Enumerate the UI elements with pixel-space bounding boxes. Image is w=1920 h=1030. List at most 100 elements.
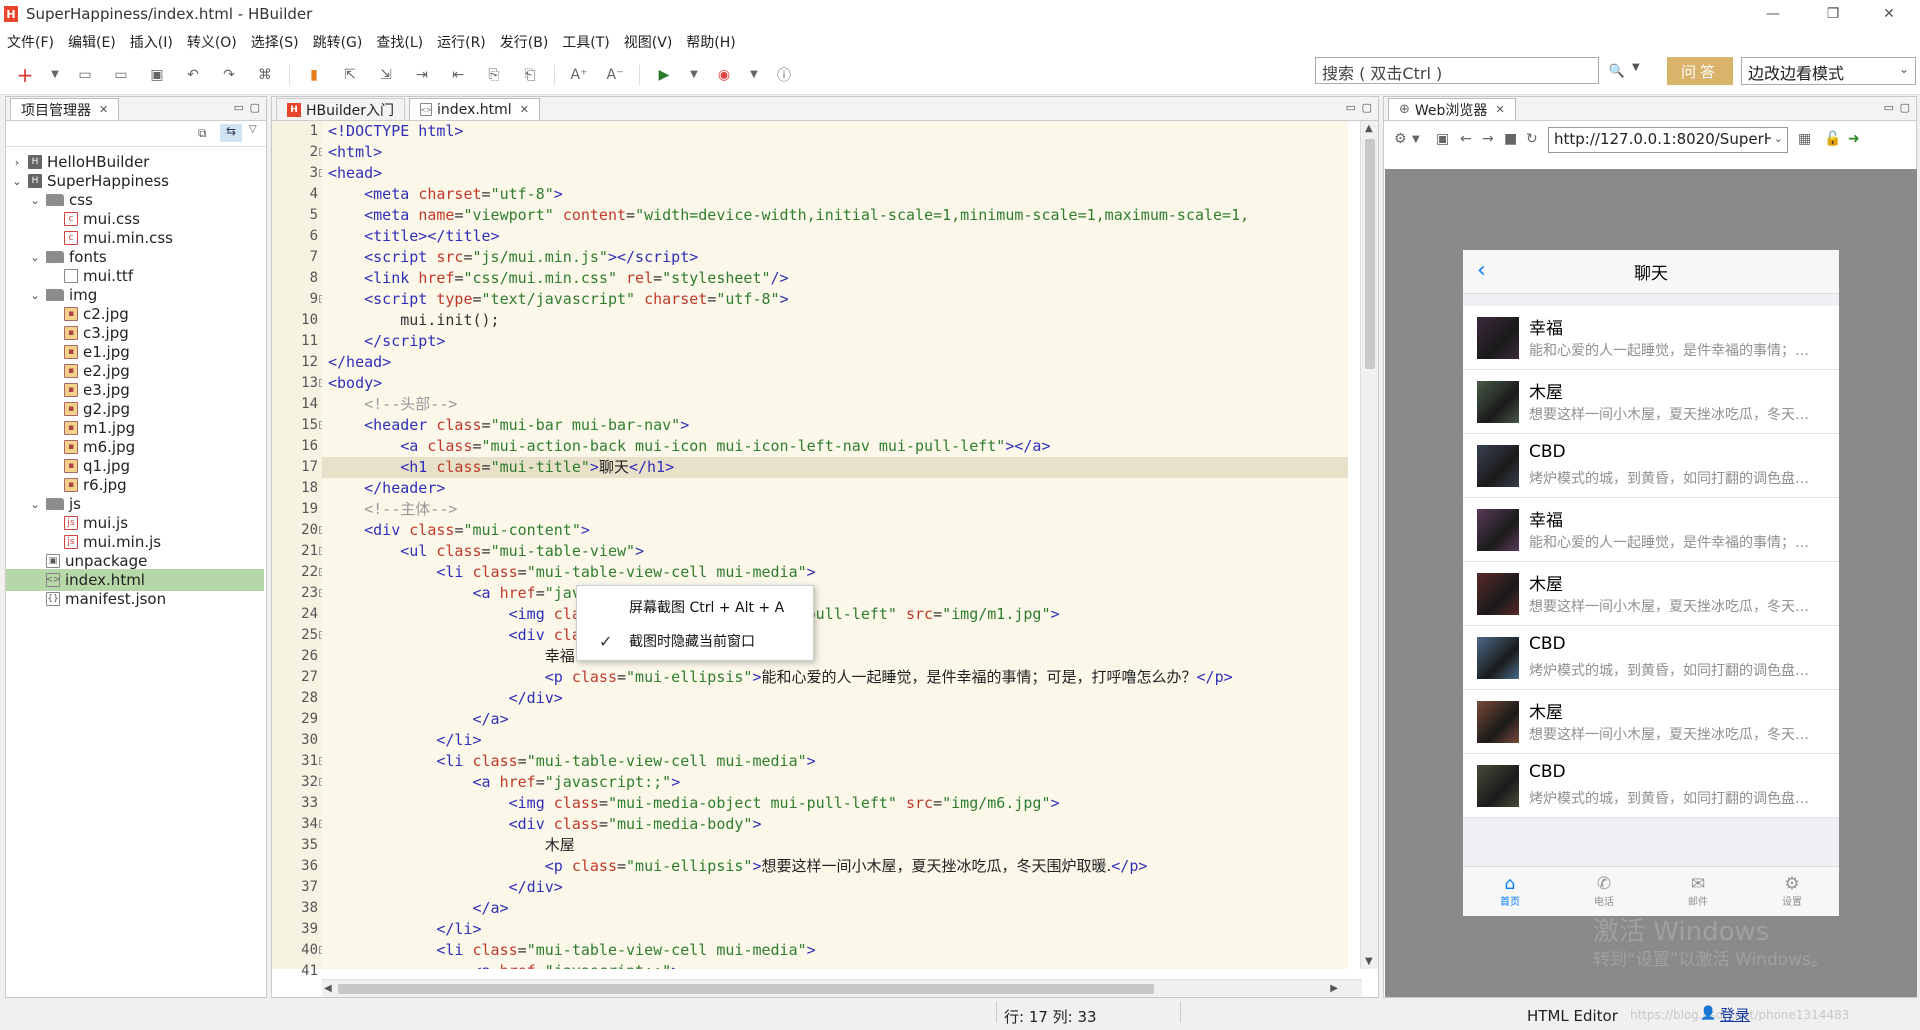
bookmark-prev-icon[interactable]: ⇱ [339, 64, 361, 86]
minimize-button[interactable]: — [1750, 0, 1796, 28]
view-menu-icon[interactable]: ▽ [249, 124, 257, 135]
restore-button[interactable]: ❐ [1810, 0, 1856, 28]
lock-icon[interactable]: 🔓 [1824, 131, 1841, 147]
scroll-up-icon[interactable]: ▲ [1365, 123, 1373, 134]
back-icon[interactable]: ‹ [1477, 258, 1486, 283]
uncomment-icon[interactable]: ⎗ [519, 64, 541, 86]
menu-help[interactable]: 帮助(H) [679, 32, 742, 52]
save-all-icon[interactable]: ▭ [110, 64, 132, 86]
scroll-left-icon[interactable]: ◀ [324, 983, 332, 994]
expand-toggle-icon[interactable]: ⌄ [28, 251, 42, 264]
bottom-tab[interactable]: ⚙ 设置 [1745, 867, 1839, 916]
menu-goto[interactable]: 跳转(G) [306, 32, 370, 52]
search-dropdown-icon[interactable]: ▼ [1632, 62, 1640, 73]
font-decrease-icon[interactable]: A⁻ [604, 64, 626, 86]
search-icon[interactable]: 🔍 [1606, 60, 1628, 82]
back-arrow-icon[interactable]: ← [1460, 131, 1472, 147]
save-icon[interactable]: ▭ [74, 64, 96, 86]
search-input[interactable]: 搜索 ( 双击Ctrl ) [1315, 57, 1599, 84]
new-dropdown-icon[interactable]: ▼ [50, 64, 60, 86]
bookmark-next-icon[interactable]: ⇲ [375, 64, 397, 86]
chat-list-item[interactable]: CBD 烤炉模式的城，到黄昏，如同打翻的调色盘一般。 [1463, 434, 1839, 498]
refresh-icon[interactable]: ↻ [1526, 131, 1538, 147]
menu-view[interactable]: 视图(V) [617, 32, 680, 52]
outdent-icon[interactable]: ⇤ [447, 64, 469, 86]
chevron-down-icon[interactable]: ⌄ [1770, 132, 1783, 145]
close-icon[interactable]: ✕ [1495, 103, 1504, 116]
ask-button[interactable]: 问答 [1667, 57, 1733, 85]
menu-item-screenshot[interactable]: 屏幕截图 Ctrl + Alt + A [577, 590, 813, 624]
bottom-tab[interactable]: ⌂ 首页 [1463, 867, 1557, 916]
maximize-panel-icon[interactable]: ▢ [1362, 101, 1372, 114]
new-icon[interactable]: + [14, 63, 36, 87]
run-dropdown-icon[interactable]: ▼ [689, 64, 699, 86]
devtools-icon[interactable]: ▣ [1436, 131, 1449, 147]
run-icon[interactable]: ▶ [653, 64, 675, 86]
browser-dropdown-icon[interactable]: ▼ [749, 64, 759, 86]
expand-toggle-icon[interactable]: ⌄ [10, 175, 24, 188]
close-icon[interactable]: ✕ [99, 103, 108, 116]
menu-tools[interactable]: 工具(T) [555, 32, 616, 52]
menu-insert[interactable]: 插入(I) [123, 32, 180, 52]
login-link[interactable]: 登录 [1720, 1004, 1750, 1025]
menu-run[interactable]: 运行(R) [430, 32, 493, 52]
minimize-panel-icon[interactable]: ▭ [1884, 101, 1894, 114]
scroll-thumb[interactable] [1365, 139, 1375, 369]
comment-icon[interactable]: ⎘ [483, 64, 505, 86]
collapse-all-icon[interactable]: ⧉ [198, 126, 207, 141]
maximize-panel-icon[interactable]: ▢ [1900, 101, 1910, 114]
chat-list-item[interactable]: 木屋想要这样一间小木屋，夏天挫冰吃瓜，冬天围炉取暖。 [1463, 690, 1839, 754]
menu-item-hide-window[interactable]: ✓ 截图时隐藏当前窗口 [577, 624, 813, 658]
info-icon[interactable]: ⓘ [773, 64, 795, 86]
tree-item[interactable]: {} manifest.json [28, 588, 166, 610]
scroll-thumb[interactable] [338, 984, 1154, 994]
chat-list-item[interactable]: 幸福能和心爱的人一起睡觉，是件幸福的事情；可是，打呼噜怎么办？ [1463, 306, 1839, 370]
close-file-icon[interactable]: ▣ [146, 64, 168, 86]
go-arrow-icon[interactable]: ➜ [1848, 131, 1860, 147]
indent-icon[interactable]: ⇥ [411, 64, 433, 86]
code-area[interactable]: <!DOCTYPE html> <html> <head> <meta char… [322, 121, 1348, 969]
menu-escape[interactable]: 转义(O) [180, 32, 244, 52]
menu-file[interactable]: 文件(F) [0, 32, 61, 52]
bottom-tab[interactable]: ✉ 邮件 [1651, 867, 1745, 916]
font-increase-icon[interactable]: A⁺ [568, 64, 590, 86]
expand-toggle-icon[interactable]: ⌄ [28, 289, 42, 302]
forward-arrow-icon[interactable]: → [1482, 131, 1494, 147]
stop-icon[interactable]: ■ [1504, 131, 1517, 147]
link-editor-icon[interactable]: ⇆ [220, 124, 242, 142]
editor-horizontal-scrollbar[interactable]: ◀ ▶ [322, 979, 1362, 997]
expand-toggle-icon[interactable]: ⌄ [28, 498, 42, 511]
tab-index-html[interactable]: <> index.html ✕ [409, 98, 540, 120]
url-input[interactable]: http://127.0.0.1:8020/SuperH ⌄ [1548, 127, 1788, 153]
undo-icon[interactable]: ↶ [182, 64, 204, 86]
menu-edit[interactable]: 编辑(E) [61, 32, 123, 52]
chat-list-item[interactable]: CBD 烤炉模式的城，到黄昏，如同打翻的调色盘一般。 [1463, 626, 1839, 690]
browser-run-icon[interactable]: ◉ [713, 64, 735, 86]
editor-vertical-scrollbar[interactable]: ▲ ▼ [1360, 121, 1378, 969]
chat-list-item[interactable]: 木屋想要这样一间小木屋，夏天挫冰吃瓜，冬天围炉取暖。 [1463, 562, 1839, 626]
chat-list-item[interactable]: 木屋想要这样一间小木屋，夏天挫冰吃瓜，冬天围炉取暖。 [1463, 370, 1839, 434]
close-icon[interactable]: ✕ [520, 103, 529, 116]
chat-list-item[interactable]: 幸福能和心爱的人一起睡觉，是件幸福的事情；可是，打呼噜怎么办？ [1463, 498, 1839, 562]
minimize-panel-icon[interactable]: ▭ [1346, 101, 1356, 114]
scroll-down-icon[interactable]: ▼ [1365, 956, 1373, 967]
tab-hbuilder-intro[interactable]: H HBuilder入门 [276, 98, 406, 120]
bottom-tab[interactable]: ✆ 电话 [1557, 867, 1651, 916]
menu-publish[interactable]: 发行(B) [493, 32, 556, 52]
scroll-right-icon[interactable]: ▶ [1330, 983, 1338, 994]
minimize-panel-icon[interactable]: ▭ [234, 101, 244, 114]
expand-toggle-icon[interactable]: › [10, 156, 24, 169]
chat-list-item[interactable]: CBD 烤炉模式的城，到黄昏，如同打翻的调色盘一般。 [1463, 754, 1839, 818]
tab-project-manager[interactable]: 项目管理器 ✕ [10, 98, 120, 120]
format-icon[interactable]: ⌘ [254, 64, 276, 86]
expand-toggle-icon[interactable]: ⌄ [28, 194, 42, 207]
view-mode-select[interactable]: 边改边看模式 ⌄ [1741, 57, 1916, 85]
settings-dropdown-icon[interactable]: ▼ [1412, 134, 1420, 145]
menu-select[interactable]: 选择(S) [244, 32, 306, 52]
bookmark-icon[interactable]: ▮ [303, 64, 325, 86]
tab-web-browser[interactable]: ⊕ Web浏览器 ✕ [1388, 98, 1516, 120]
redo-icon[interactable]: ↷ [218, 64, 240, 86]
menu-find[interactable]: 查找(L) [369, 32, 430, 52]
close-button[interactable]: ✕ [1866, 0, 1912, 28]
qrcode-icon[interactable]: ▦ [1798, 131, 1811, 147]
